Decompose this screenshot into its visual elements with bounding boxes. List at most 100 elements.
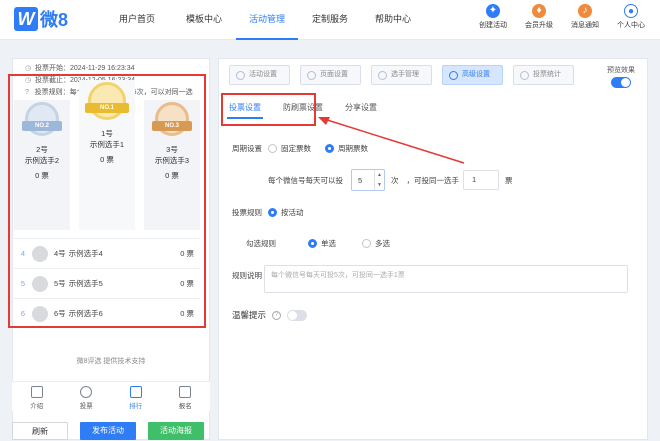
- tab-vote[interactable]: 投票: [62, 382, 112, 411]
- desc-row: 规则说明: [232, 270, 262, 281]
- list-item[interactable]: 5 5号 示例选手5 0 票: [14, 268, 200, 298]
- cycle-option-fixed-label: 固定票数: [281, 144, 311, 153]
- podium-first-votes: 0 票: [100, 155, 114, 164]
- vip-upgrade-button[interactable]: ♦ 会员升级: [516, 4, 562, 30]
- user-icon: ●: [624, 4, 638, 18]
- avatar: [32, 275, 48, 292]
- check-rule-label: 勾选规则: [246, 239, 276, 248]
- bell-icon: ♪: [578, 4, 592, 18]
- vote-icon: [80, 386, 93, 398]
- list-num: 4号: [54, 249, 66, 258]
- tab-vote-label: 投票: [79, 403, 93, 410]
- podium-third-num: 3号: [166, 145, 178, 154]
- step-icon: [378, 70, 387, 80]
- podium: NO.2 2号 示例选手2 0 票 NO.1 1号 示例选手1 0 票 NO.3…: [14, 80, 200, 230]
- step-activity-settings[interactable]: 活动设置: [229, 65, 290, 85]
- nav-home[interactable]: 用户首页: [102, 0, 172, 40]
- vote-rule-row: 投票规则 按活动: [232, 207, 318, 218]
- personal-center-label: 个人中心: [617, 22, 645, 29]
- podium-third-name: 示例选手3: [154, 156, 190, 165]
- preview-switch[interactable]: [611, 77, 631, 88]
- tab-intro-label: 介绍: [30, 403, 44, 410]
- right-nav: ✦ 创建活动 ♦ 会员升级 ♪ 消息通知 ● 个人中心: [470, 4, 654, 30]
- daily-votes-input[interactable]: 5 ▲ ▼: [351, 169, 385, 191]
- create-activity-icon: ✦: [486, 4, 500, 18]
- step-label: 活动设置: [249, 71, 277, 78]
- intro-icon: [30, 386, 43, 398]
- vote-rule-option-label: 按活动: [281, 208, 304, 217]
- tip-switch[interactable]: [287, 309, 308, 321]
- create-activity-button[interactable]: ✦ 创建活动: [470, 4, 516, 30]
- personal-center-button[interactable]: ● 个人中心: [608, 4, 654, 30]
- step-icon: [236, 70, 245, 80]
- publish-activity-button[interactable]: 发布活动: [80, 422, 136, 440]
- podium-second[interactable]: NO.2 2号 示例选手2 0 票: [14, 102, 70, 181]
- cycle-option-periodic-label: 周期票数: [338, 144, 368, 153]
- tab-ranking[interactable]: 排行: [111, 382, 161, 411]
- desc-label: 规则说明: [232, 271, 262, 280]
- podium-first-name: 示例选手1: [89, 140, 125, 149]
- tip-label: 温馨提示: [232, 310, 267, 320]
- rule-description-textarea[interactable]: 每个微信号每天可投5次，可投同一选手1票: [264, 265, 628, 293]
- preview-toggle[interactable]: 预览效果: [607, 65, 635, 88]
- step-icon: [307, 70, 316, 80]
- subtab-highlight-box: [221, 93, 316, 126]
- list-rank: 6: [20, 309, 26, 318]
- notifications-button[interactable]: ♪ 消息通知: [562, 4, 608, 30]
- list-num: 6号: [54, 309, 66, 318]
- podium-first-num: 1号: [101, 129, 113, 138]
- check-single[interactable]: 单选: [308, 238, 336, 249]
- nav-custom-service[interactable]: 定制服务: [299, 0, 361, 40]
- list-rank: 5: [20, 279, 26, 288]
- logo-mark: W: [14, 7, 38, 31]
- tab-ranking-label: 排行: [129, 403, 143, 410]
- podium-first[interactable]: NO.1 1号 示例选手1 0 票: [79, 82, 135, 165]
- list-votes: 0 票: [180, 279, 194, 288]
- same-prefix: ，可投同一选手: [406, 175, 460, 185]
- gold-medal-icon: NO.1: [85, 82, 129, 120]
- list-item[interactable]: 4 4号 示例选手4 0 票: [14, 238, 200, 268]
- cycle-option-periodic[interactable]: 周期票数: [325, 143, 368, 154]
- check-single-label: 单选: [321, 239, 336, 248]
- nav-activity-management[interactable]: 活动管理: [236, 0, 298, 40]
- step-label: 高级设置: [462, 71, 490, 78]
- signup-icon: [179, 386, 192, 398]
- step-icon: [449, 70, 458, 80]
- vote-rule-label: 投票规则: [232, 208, 262, 217]
- activity-poster-button[interactable]: 活动海报: [148, 422, 204, 440]
- bronze-medal-icon: NO.3: [152, 102, 192, 136]
- preview-toggle-label: 预览效果: [607, 67, 635, 74]
- vip-upgrade-label: 会员升级: [525, 22, 553, 29]
- list-item[interactable]: 6 6号 示例选手6 0 票: [14, 298, 200, 328]
- radio-checked-icon: [325, 144, 334, 153]
- list-votes: 0 票: [180, 309, 194, 318]
- ranking-icon: [129, 386, 142, 398]
- step-contestant-management[interactable]: 选手管理: [371, 65, 432, 85]
- vote-rule-by-activity[interactable]: 按活动: [268, 207, 304, 218]
- nav-help-center[interactable]: 帮助中心: [362, 0, 424, 40]
- step-label: 选手管理: [391, 71, 419, 78]
- refresh-button[interactable]: 刷新: [12, 422, 68, 440]
- tab-intro[interactable]: 介绍: [12, 382, 62, 411]
- tip-row: 温馨提示 ?: [232, 309, 308, 321]
- step-label: 投票统计: [533, 71, 561, 78]
- check-rule-row: 勾选规则 单选 多选: [246, 238, 404, 249]
- step-vote-statistics[interactable]: 投票统计: [513, 65, 574, 85]
- nav-templates[interactable]: 模板中心: [173, 0, 235, 40]
- same-contestant-input[interactable]: 1: [463, 170, 499, 190]
- create-activity-label: 创建活动: [479, 22, 507, 29]
- daily-prefix: 每个微信号每天可以投: [268, 175, 343, 185]
- logo[interactable]: W 微8: [14, 6, 68, 32]
- radio-checked-icon: [268, 208, 277, 217]
- step-page-settings[interactable]: 页面设置: [300, 65, 361, 85]
- radio-icon: [268, 144, 277, 153]
- podium-third[interactable]: NO.3 3号 示例选手3 0 票: [144, 102, 200, 181]
- cycle-option-fixed[interactable]: 固定票数: [268, 143, 311, 154]
- radio-checked-icon: [308, 239, 317, 248]
- tab-signup[interactable]: 报名: [161, 382, 211, 411]
- help-icon[interactable]: ?: [272, 310, 282, 320]
- podium-second-num: 2号: [36, 145, 48, 154]
- step-advanced-settings[interactable]: 高级设置: [442, 65, 503, 85]
- check-multiple[interactable]: 多选: [362, 238, 390, 249]
- stepper-icon[interactable]: ▲ ▼: [374, 170, 384, 190]
